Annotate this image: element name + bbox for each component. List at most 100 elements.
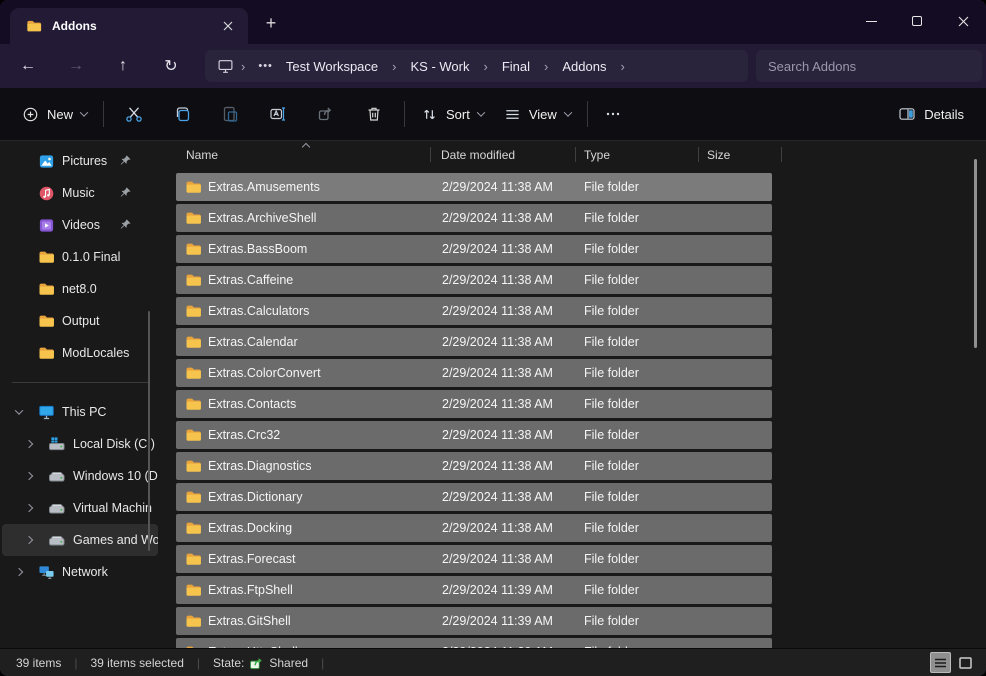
delete-button[interactable] [350, 96, 398, 132]
search-box[interactable]: Search Addons [756, 50, 982, 82]
content-view-toggle[interactable] [955, 652, 976, 673]
file-list: Name Date modified Type Size Extras.Amus… [160, 141, 986, 648]
table-row[interactable]: Extras.Calculators 2/29/2024 11:38 AM Fi… [176, 297, 772, 325]
chevron-right-icon[interactable] [25, 440, 33, 448]
new-tab-button[interactable]: + [258, 10, 284, 36]
table-row[interactable]: Extras.Docking 2/29/2024 11:38 AM File f… [176, 514, 772, 542]
table-row[interactable]: Extras.Crc32 2/29/2024 11:38 AM File fol… [176, 421, 772, 449]
column-header-name[interactable]: Name [160, 141, 430, 168]
table-row[interactable]: Extras.FtpShell 2/29/2024 11:39 AM File … [176, 576, 772, 604]
sidebar-item[interactable]: net8.0 [2, 273, 158, 305]
folder-icon [185, 211, 202, 225]
column-header-type[interactable]: Type [576, 141, 698, 168]
sidebar-tree-item[interactable]: Windows 10 (D [2, 460, 158, 492]
sidebar-item[interactable]: ModLocales [2, 337, 158, 369]
address-bar[interactable]: › ••• Test Workspace › KS - Work › Final… [205, 50, 748, 82]
view-button[interactable]: View [494, 96, 581, 132]
sidebar-item[interactable]: 0.1.0 Final [2, 241, 158, 273]
table-row[interactable]: Extras.Caffeine 2/29/2024 11:38 AM File … [176, 266, 772, 294]
minimize-button[interactable] [848, 0, 894, 42]
back-arrow-icon: ← [20, 57, 36, 75]
breadcrumb-item[interactable]: Addons [555, 56, 613, 77]
folder-icon [185, 552, 202, 566]
sidebar-scrollbar[interactable] [148, 311, 150, 551]
sidebar-item[interactable]: Pictures [2, 145, 158, 177]
table-row[interactable]: Extras.Calendar 2/29/2024 11:38 AM File … [176, 328, 772, 356]
table-row[interactable]: Extras.Contacts 2/29/2024 11:38 AM File … [176, 390, 772, 418]
status-divider: | [197, 656, 200, 670]
sidebar-tree-item[interactable]: Games and Wo [2, 524, 158, 556]
view-button-label: View [529, 107, 557, 122]
sidebar-item-label: Virtual Machin [73, 501, 152, 515]
sidebar-tree-item[interactable]: This PC [2, 396, 158, 428]
breadcrumb-overflow-button[interactable]: ••• [252, 60, 279, 72]
file-name: Extras.Amusements [208, 180, 442, 194]
table-row[interactable]: Extras.ArchiveShell 2/29/2024 11:38 AM F… [176, 204, 772, 232]
file-type: File folder [584, 583, 772, 597]
table-row[interactable]: Extras.Amusements 2/29/2024 11:38 AM Fil… [176, 173, 772, 201]
chevron-right-icon[interactable] [15, 568, 23, 576]
chevron-right-icon[interactable] [25, 536, 33, 544]
share-state: State: Shared [213, 656, 308, 670]
file-name: Extras.Contacts [208, 397, 442, 411]
paste-button[interactable] [206, 96, 254, 132]
chevron-down-icon[interactable] [15, 406, 23, 414]
sidebar-item[interactable]: Videos [2, 209, 158, 241]
forward-button[interactable]: → [59, 50, 93, 82]
more-icon [604, 105, 622, 123]
breadcrumb-chevron-icon[interactable]: › [477, 59, 495, 74]
breadcrumb-chevron-icon[interactable]: › [537, 59, 555, 74]
tab-close-button[interactable] [216, 14, 240, 38]
command-toolbar: New Sort View [0, 88, 986, 141]
sidebar-item-label: Music [62, 186, 95, 200]
chevron-right-icon[interactable] [25, 472, 33, 480]
more-options-button[interactable] [594, 96, 632, 132]
sidebar-tree-item[interactable]: Local Disk (C:) [2, 428, 158, 460]
sidebar-item-label: This PC [62, 405, 106, 419]
share-button[interactable] [302, 96, 350, 132]
new-icon [22, 106, 39, 123]
chevron-right-icon[interactable] [25, 504, 33, 512]
breadcrumb-item[interactable]: KS - Work [404, 56, 477, 77]
sidebar-item[interactable]: Output [2, 305, 158, 337]
table-row[interactable]: Extras.Diagnostics 2/29/2024 11:38 AM Fi… [176, 452, 772, 480]
tab-addons[interactable]: Addons [10, 8, 248, 44]
new-button[interactable]: New [12, 96, 97, 132]
folder-icon [38, 314, 55, 328]
list-scrollbar[interactable] [974, 159, 977, 348]
file-type: File folder [584, 397, 772, 411]
refresh-button[interactable]: ↻ [154, 50, 188, 82]
table-row[interactable]: Extras.Forecast 2/29/2024 11:38 AM File … [176, 545, 772, 573]
breadcrumb-chevron-icon[interactable]: › [613, 59, 631, 74]
maximize-button[interactable] [894, 0, 940, 42]
column-header-date-modified[interactable]: Date modified [431, 141, 575, 168]
column-header-size[interactable]: Size [699, 141, 781, 168]
table-row[interactable]: Extras.Dictionary 2/29/2024 11:38 AM Fil… [176, 483, 772, 511]
close-window-button[interactable] [940, 0, 986, 42]
back-button[interactable]: ← [11, 50, 45, 82]
breadcrumb-item[interactable]: Final [495, 56, 537, 77]
sidebar-tree-item[interactable]: Network [2, 556, 158, 588]
file-type: File folder [584, 459, 772, 473]
details-view-toggle[interactable] [930, 652, 951, 673]
cut-button[interactable] [110, 96, 158, 132]
pin-icon [119, 186, 133, 200]
table-row[interactable]: Extras.HttpShell 2/29/2024 11:39 AM File… [176, 638, 772, 648]
breadcrumb-item[interactable]: Test Workspace [279, 56, 385, 77]
table-row[interactable]: Extras.GitShell 2/29/2024 11:39 AM File … [176, 607, 772, 635]
sidebar-item[interactable]: Music [2, 177, 158, 209]
sidebar-tree-item[interactable]: Virtual Machin [2, 492, 158, 524]
copy-button[interactable] [158, 96, 206, 132]
items-count: 39 items [16, 656, 61, 670]
sort-button[interactable]: Sort [411, 96, 494, 132]
table-row[interactable]: Extras.BassBoom 2/29/2024 11:38 AM File … [176, 235, 772, 263]
up-button[interactable]: ↑ [106, 50, 140, 82]
folder-icon [38, 346, 55, 360]
breadcrumb-chevron-icon[interactable]: › [385, 59, 403, 74]
column-separator[interactable] [781, 147, 782, 162]
table-row[interactable]: Extras.ColorConvert 2/29/2024 11:38 AM F… [176, 359, 772, 387]
rename-button[interactable] [254, 96, 302, 132]
file-name: Extras.FtpShell [208, 583, 442, 597]
details-pane-button[interactable]: Details [888, 96, 974, 132]
file-name: Extras.ColorConvert [208, 366, 442, 380]
